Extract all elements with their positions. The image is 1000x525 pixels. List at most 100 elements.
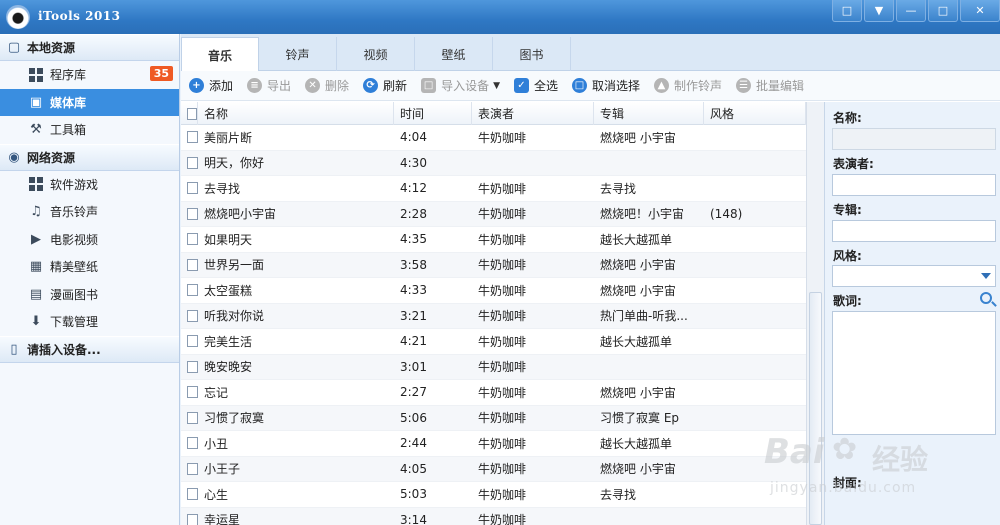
column-header-name[interactable]: 名称 <box>198 102 394 125</box>
tab-ringtones[interactable]: 铃声 <box>259 37 337 71</box>
sidebar-item-wallpapers[interactable]: ▦ 精美壁纸 <box>0 253 179 281</box>
table-row[interactable]: 听我对你说 3:21 牛奶咖啡 热门单曲-听我... <box>181 303 806 329</box>
tab-music[interactable]: 音乐 <box>181 37 259 72</box>
add-label: 添加 <box>209 79 234 93</box>
lyrics-textarea[interactable] <box>832 311 996 435</box>
cell-artist: 牛奶咖啡 <box>478 283 527 298</box>
sidebar-item-toolbox[interactable]: ⚒ 工具箱 <box>0 116 179 144</box>
table-row[interactable]: 幸运星 3:14 牛奶咖啡 <box>181 507 806 525</box>
cell-genre <box>704 151 806 176</box>
table-row[interactable]: 美丽片断 4:04 牛奶咖啡 燃烧吧 小宇宙 <box>181 125 806 151</box>
sidebar-section-network[interactable]: ◉ 网络资源 <box>0 143 179 171</box>
checkbox-checked-icon: ✓ <box>514 78 529 93</box>
maximize-button[interactable]: □ <box>928 0 958 22</box>
sidebar-section-local[interactable]: ▢ 本地资源 <box>0 34 179 61</box>
column-header-genre[interactable]: 风格 <box>704 102 806 125</box>
search-icon[interactable] <box>980 292 992 304</box>
column-header-time[interactable]: 时间 <box>394 102 472 125</box>
sidebar-section-device[interactable]: ▯ 请插入设备... <box>0 335 179 363</box>
cell-time: 4:30 <box>400 155 427 170</box>
minimize-button[interactable]: — <box>896 0 926 22</box>
sidebar-item-movies[interactable]: ▶ 电影视频 <box>0 226 179 254</box>
delete-button[interactable]: ✕ 删除 <box>305 77 349 94</box>
refresh-button[interactable]: ⟳ 刷新 <box>363 77 407 94</box>
cell-album <box>594 355 704 380</box>
column-header-album[interactable]: 专辑 <box>594 102 704 125</box>
row-checkbox[interactable] <box>181 253 198 278</box>
apps-grid-icon <box>28 67 44 83</box>
tab-videos[interactable]: 视频 <box>337 37 415 71</box>
row-checkbox[interactable] <box>181 406 198 431</box>
cell-time: 5:06 <box>400 410 427 425</box>
table-body: 美丽片断 4:04 牛奶咖啡 燃烧吧 小宇宙 明天，你好 4:30 去寻找 4:12 牛奶咖啡去… <box>181 125 806 525</box>
select-all-button[interactable]: ✓ 全选 <box>514 77 558 94</box>
checkbox-icon <box>187 131 198 144</box>
sidebar-item-label: 漫画图书 <box>50 287 99 302</box>
export-button[interactable]: ≡ 导出 <box>247 77 291 94</box>
batch-edit-icon: ☰ <box>736 78 752 93</box>
row-checkbox[interactable] <box>181 329 198 354</box>
row-checkbox[interactable] <box>181 151 198 176</box>
row-checkbox[interactable] <box>181 125 198 150</box>
cell-artist: 牛奶咖啡 <box>478 411 527 426</box>
table-row[interactable]: 习惯了寂寞 5:06 牛奶咖啡 习惯了寂寞 Ep <box>181 405 806 431</box>
tab-wallpapers[interactable]: 壁纸 <box>415 37 493 71</box>
sidebar-item-comics-books[interactable]: ▤ 漫画图书 <box>0 281 179 309</box>
cell-name: 小丑 <box>204 436 229 451</box>
tab-books[interactable]: 图书 <box>493 37 571 71</box>
row-checkbox[interactable] <box>181 304 198 329</box>
download-icon: ⬇ <box>30 314 42 330</box>
column-header-artist[interactable]: 表演者 <box>472 102 594 125</box>
plus-icon: + <box>189 78 204 93</box>
table-row[interactable]: 小丑 2:44 牛奶咖啡 越长大越孤单 <box>181 431 806 457</box>
cancel-select-button[interactable]: □ 取消选择 <box>572 77 640 94</box>
table-row[interactable]: 晚安晚安 3:01 牛奶咖啡 <box>181 354 806 380</box>
phone-icon: ▯ <box>10 341 18 357</box>
sidebar-item-music-ringtones[interactable]: ♫ 音乐铃声 <box>0 198 179 226</box>
name-field[interactable] <box>832 128 996 150</box>
album-field[interactable] <box>832 220 996 242</box>
row-checkbox[interactable] <box>181 202 198 227</box>
feedback-button[interactable]: □ <box>832 0 862 22</box>
cell-album: 燃烧吧 小宇宙 <box>600 462 676 477</box>
sidebar-item-downloads[interactable]: ⬇ 下载管理 <box>0 308 179 336</box>
table-row[interactable]: 明天，你好 4:30 <box>181 150 806 176</box>
make-ringtone-button[interactable]: ▲ 制作铃声 <box>654 77 722 94</box>
close-button[interactable]: ✕ <box>960 0 1000 22</box>
artist-field[interactable] <box>832 174 996 196</box>
table-row[interactable]: 心生 5:03 牛奶咖啡 去寻找 <box>181 482 806 508</box>
row-checkbox[interactable] <box>181 482 198 507</box>
music-note-icon: ♫ <box>30 204 42 220</box>
import-device-button[interactable]: □ 导入设备 ▼ <box>421 77 500 94</box>
table-row[interactable]: 完美生活 4:21 牛奶咖啡 越长大越孤单 <box>181 329 806 355</box>
row-checkbox[interactable] <box>181 508 198 525</box>
table-row[interactable]: 忘记 2:27 牛奶咖啡 燃烧吧 小宇宙 <box>181 380 806 406</box>
row-checkbox[interactable] <box>181 278 198 303</box>
row-checkbox[interactable] <box>181 227 198 252</box>
row-checkbox[interactable] <box>181 457 198 482</box>
table-row[interactable]: 太空蛋糕 4:33 牛奶咖啡 燃烧吧 小宇宙 <box>181 278 806 304</box>
table-row[interactable]: 小王子 4:05 牛奶咖啡 燃烧吧 小宇宙 <box>181 456 806 482</box>
sidebar-item-app-library[interactable]: 程序库 35 <box>0 61 179 89</box>
cell-name: 美丽片断 <box>204 130 253 145</box>
cell-time: 3:58 <box>400 257 427 272</box>
row-checkbox[interactable] <box>181 380 198 405</box>
sidebar-item-software-games[interactable]: 软件游戏 <box>0 171 179 199</box>
genre-select[interactable] <box>832 265 996 287</box>
table-row[interactable]: 去寻找 4:12 牛奶咖啡 去寻找 <box>181 176 806 202</box>
sidebar-item-label: 工具箱 <box>50 123 87 138</box>
batch-edit-button[interactable]: ☰ 批量编辑 <box>736 77 804 94</box>
select-all-checkbox[interactable] <box>181 102 198 125</box>
cell-time: 2:28 <box>400 206 427 221</box>
import-device-label: 导入设备 <box>441 79 490 93</box>
row-checkbox[interactable] <box>181 176 198 201</box>
table-row[interactable]: 燃烧吧小宇宙 2:28 牛奶咖啡 燃烧吧！小宇宙 (148) <box>181 201 806 227</box>
table-row[interactable]: 世界另一面 3:58 牛奶咖啡 燃烧吧 小宇宙 <box>181 252 806 278</box>
add-button[interactable]: + 添加 <box>189 77 233 94</box>
genre-label: 风格: <box>833 249 862 263</box>
sidebar-item-media-library[interactable]: ▣ 媒体库 <box>0 88 179 116</box>
row-checkbox[interactable] <box>181 355 198 380</box>
menu-button[interactable]: ▼ <box>864 0 894 22</box>
row-checkbox[interactable] <box>181 431 198 456</box>
table-row[interactable]: 如果明天 4:35 牛奶咖啡 越长大越孤单 <box>181 227 806 253</box>
